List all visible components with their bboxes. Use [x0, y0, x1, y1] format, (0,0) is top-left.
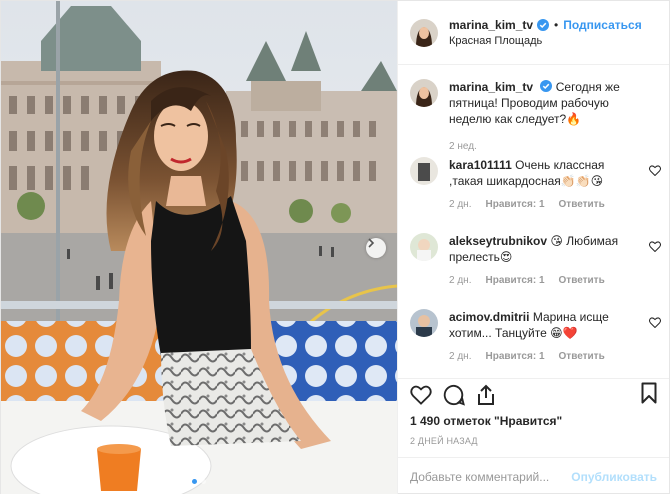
reply-button[interactable]: Ответить: [559, 273, 605, 289]
likes-count[interactable]: 1 490 отметок "Нравится": [410, 414, 669, 428]
instagram-post-modal: marina_kim_tv • Подписаться Красная Площ…: [0, 0, 670, 494]
commenter-avatar[interactable]: [410, 309, 438, 337]
comment-item: acimov.dmitrii Марина исще хотим... Танц…: [410, 309, 669, 365]
comment-bubble-icon[interactable]: [443, 384, 465, 406]
avatar-image: [410, 233, 438, 261]
like-comment-heart-icon[interactable]: [649, 241, 661, 252]
avatar-image: [410, 157, 438, 185]
publish-button[interactable]: Опубликовать: [571, 470, 657, 484]
comment-likes-count[interactable]: Нравится: 1: [485, 197, 544, 213]
comment-username[interactable]: alekseytrubnikov: [449, 234, 547, 248]
author-username[interactable]: marina_kim_tv: [449, 18, 533, 32]
avatar-image: [410, 79, 438, 107]
comment-username[interactable]: acimov.dmitrii: [449, 310, 529, 324]
header-text: marina_kim_tv • Подписаться Красная Площ…: [449, 18, 642, 47]
author-avatar[interactable]: [410, 18, 438, 47]
comment-age[interactable]: 2 дн.: [449, 273, 471, 289]
reply-button[interactable]: Ответить: [559, 197, 605, 213]
carousel-indicator: [1, 479, 397, 484]
post-side-panel: marina_kim_tv • Подписаться Красная Площ…: [397, 1, 669, 494]
bookmark-icon[interactable]: [641, 382, 657, 404]
comment-username[interactable]: kara101111: [449, 158, 512, 172]
avatar-image: [410, 309, 438, 337]
separator-dot: •: [554, 18, 559, 32]
caption-username[interactable]: marina_kim_tv: [449, 80, 533, 94]
avatar-image: [410, 18, 438, 47]
post-date[interactable]: 2 ДНЕЙ НАЗАД: [410, 436, 669, 446]
follow-button[interactable]: Подписаться: [563, 18, 641, 32]
like-comment-heart-icon[interactable]: [649, 165, 661, 176]
comment-likes-count[interactable]: Нравится: 1: [485, 349, 544, 365]
comment-body: kara101111 Очень классная ,такая шикардо…: [449, 157, 629, 213]
action-icons: [398, 381, 669, 409]
chevron-right-icon: [368, 238, 375, 248]
commenter-avatar[interactable]: [410, 157, 438, 185]
post-photo[interactable]: [1, 1, 397, 494]
caption-body: marina_kim_tv Сегодня же пятница! Провод…: [449, 79, 649, 155]
like-heart-icon[interactable]: [410, 385, 432, 405]
post-caption: marina_kim_tv Сегодня же пятница! Провод…: [410, 79, 660, 155]
verified-badge-icon: [540, 80, 553, 92]
next-slide-button[interactable]: [366, 238, 386, 258]
comments-list[interactable]: marina_kim_tv Сегодня же пятница! Провод…: [398, 65, 669, 378]
post-location[interactable]: Красная Площадь: [449, 35, 642, 47]
comment-age[interactable]: 2 дн.: [449, 197, 471, 213]
caption-author-avatar[interactable]: [410, 79, 438, 107]
add-comment-bar: Опубликовать: [398, 457, 669, 494]
comment-item: kara101111 Очень классная ,такая шикардо…: [410, 157, 669, 213]
post-photo-illustration: [1, 1, 397, 494]
caption-age[interactable]: 2 нед.: [449, 139, 477, 155]
post-actions: 1 490 отметок "Нравится" 2 ДНЕЙ НАЗАД Оп…: [398, 378, 669, 488]
share-icon[interactable]: [476, 384, 496, 406]
comment-age[interactable]: 2 дн.: [449, 349, 471, 365]
comment-item: alekseytrubnikov 😘 Любимая прелесть😍 2 д…: [410, 233, 669, 289]
carousel-dot: [201, 479, 206, 484]
comment-body: alekseytrubnikov 😘 Любимая прелесть😍 2 д…: [449, 233, 629, 289]
reply-button[interactable]: Ответить: [559, 349, 605, 365]
comment-likes-count[interactable]: Нравится: 1: [485, 273, 544, 289]
post-header: marina_kim_tv • Подписаться Красная Площ…: [398, 1, 669, 65]
comment-body: acimov.dmitrii Марина исще хотим... Танц…: [449, 309, 629, 365]
commenter-avatar[interactable]: [410, 233, 438, 261]
verified-badge-icon: [537, 19, 550, 31]
like-comment-heart-icon[interactable]: [649, 317, 661, 328]
comment-input[interactable]: [410, 469, 572, 484]
carousel-dot-active: [192, 479, 197, 484]
